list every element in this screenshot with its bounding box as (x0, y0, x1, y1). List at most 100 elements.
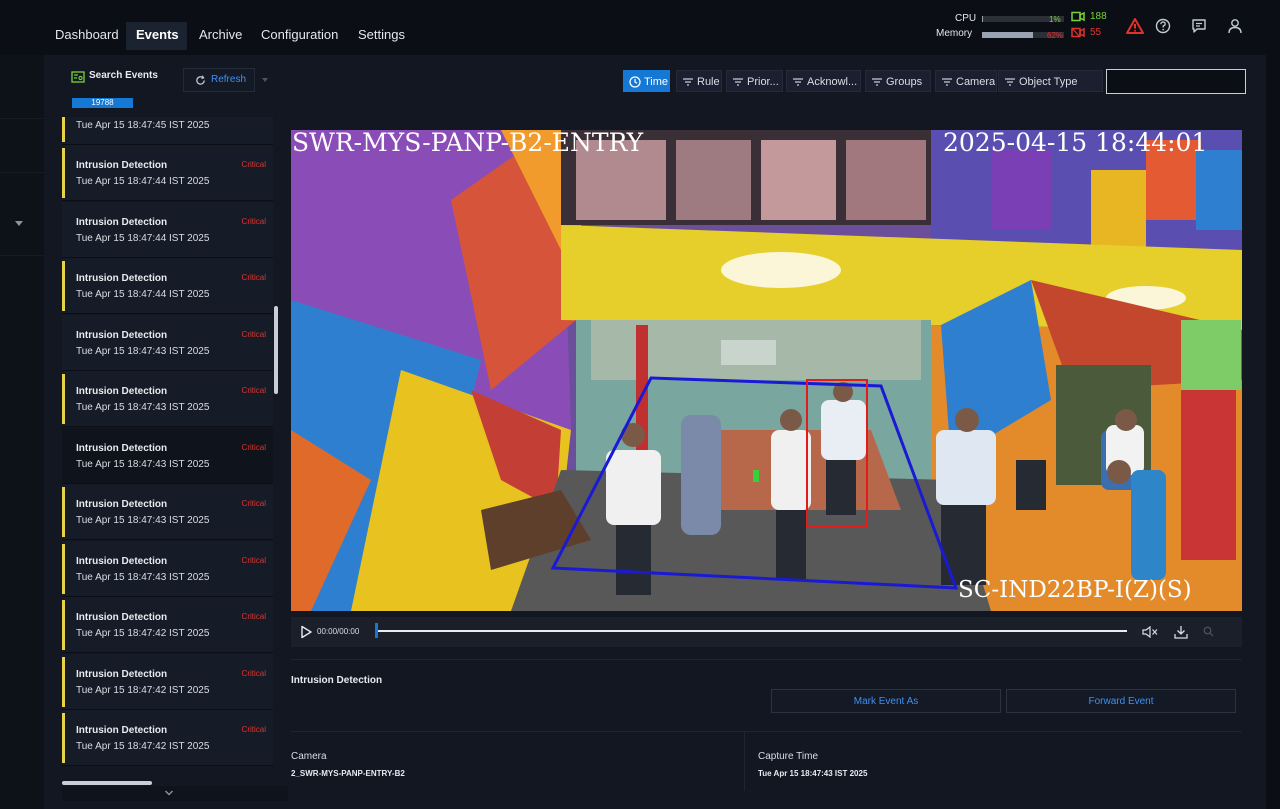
filter-icon (793, 78, 803, 86)
list-item[interactable]: Intrusion Detection Critical Tue Apr 15 18… (62, 653, 273, 710)
strip-divider (0, 255, 44, 256)
filter-rule-label: Rule (697, 76, 720, 88)
event-title: Intrusion Detection (76, 612, 168, 623)
list-footer (62, 786, 288, 801)
filter-camera[interactable]: Camera (935, 70, 997, 92)
tab-settings[interactable]: Settings (348, 22, 415, 50)
list-item[interactable]: Intrusion Detection Critical Tue Apr 15 18… (62, 201, 273, 258)
filter-rule[interactable]: Rule (676, 70, 722, 92)
playback-scrubber[interactable] (375, 623, 378, 638)
event-time: Tue Apr 15 18:47:43 IST 2025 (76, 458, 210, 470)
video-controls: 00:00/00:00 (291, 617, 1242, 647)
cpu-percent: 1% (1049, 15, 1061, 24)
search-input[interactable] (1106, 69, 1246, 94)
event-title: Intrusion Detection (76, 329, 168, 341)
filter-acknowledged-label: Acknowl... (807, 76, 858, 88)
event-count-badge: 19788 (72, 98, 133, 108)
video-overlay-timestamp: 2025-04-15 18:44:01 (943, 130, 1208, 157)
filter-priority[interactable]: Prior... (726, 70, 783, 92)
event-priority: Critical (241, 555, 266, 565)
alert-triangle-icon[interactable] (1125, 16, 1145, 36)
event-marker (62, 713, 65, 763)
cpu-label: CPU (955, 13, 977, 24)
detail-divider (291, 659, 1242, 660)
filter-object-type-label: Object Type (1019, 76, 1078, 88)
tab-configuration[interactable]: Configuration (251, 22, 348, 50)
mark-event-button[interactable]: Mark Event As (771, 689, 1001, 713)
list-item[interactable]: Intrusion Detection Critical Tue Apr 15 18… (62, 540, 273, 597)
refresh-button[interactable]: Refresh (183, 68, 255, 92)
chat-icon[interactable] (1189, 16, 1209, 36)
collapse-arrow-icon[interactable] (15, 221, 23, 226)
event-priority: Critical (241, 273, 266, 282)
video-overlay-camera-name: SWR-MYS-PANP-B2-ENTRY (292, 130, 644, 157)
cpu-usage-fill (982, 16, 983, 22)
event-priority: Critical (241, 216, 266, 226)
refresh-dropdown-icon[interactable] (262, 78, 268, 82)
filter-icon (872, 78, 882, 86)
left-side-strip (0, 55, 44, 809)
list-item[interactable]: Intrusion Detection Critical Tue Apr 15 18… (62, 258, 273, 314)
filter-time[interactable]: Time (623, 70, 670, 92)
filter-object-type[interactable]: Object Type (998, 70, 1103, 92)
event-title: Intrusion Detection (76, 160, 168, 171)
user-icon[interactable] (1225, 16, 1245, 36)
event-title: Intrusion Detection (76, 499, 168, 510)
event-marker (62, 543, 65, 594)
playback-progress-track[interactable] (377, 630, 1127, 632)
filter-acknowledged[interactable]: Acknowl... (786, 70, 861, 92)
playback-time: 00:00/00:00 (317, 627, 360, 636)
event-video-frame[interactable]: SWR-MYS-PANP-B2-ENTRY 2025-04-15 18:44:0… (291, 130, 1242, 611)
camera-scene (291, 130, 1242, 611)
event-time: Tue Apr 15 18:47:44 IST 2025 (76, 289, 210, 300)
list-item[interactable]: Intrusion Detection Critical Tue Apr 15 18… (62, 484, 273, 540)
list-item[interactable]: Intrusion Detection Critical Tue Apr 15 18… (62, 371, 273, 427)
mute-icon[interactable] (1142, 626, 1158, 638)
event-marker (62, 261, 65, 311)
event-priority: Critical (241, 499, 266, 508)
detail-column-divider (744, 731, 745, 791)
top-navigation: Dashboard Events Archive Configuration S… (0, 0, 1280, 55)
play-icon[interactable] (299, 625, 313, 639)
search-events-label[interactable]: Search Events (89, 70, 158, 81)
filter-icon (733, 78, 743, 86)
list-item[interactable]: Intrusion Detection Critical Tue Apr 15 18… (62, 314, 273, 371)
strip-divider (0, 172, 44, 173)
event-title: Intrusion Detection (76, 442, 168, 454)
filter-camera-label: Camera (956, 76, 996, 88)
list-item[interactable]: Intrusion Detection Critical Tue Apr 15 18… (62, 145, 273, 201)
event-time: Tue Apr 15 18:47:44 IST 2025 (76, 232, 210, 244)
detail-event-title: Intrusion Detection (291, 675, 383, 686)
filter-priority-label: Prior... (747, 76, 779, 88)
event-title: Intrusion Detection (76, 668, 168, 680)
list-item[interactable]: Tue Apr 15 18:47:45 IST 2025 (62, 117, 273, 145)
strip-divider (0, 118, 44, 119)
list-scrollbar-thumb[interactable] (274, 306, 278, 394)
search-events-icon (71, 71, 85, 83)
tab-events[interactable]: Events (126, 22, 187, 50)
filter-icon (683, 78, 693, 86)
forward-event-button[interactable]: Forward Event (1006, 689, 1236, 713)
camera-online-icon (1071, 11, 1085, 22)
clock-icon (629, 76, 641, 88)
event-time: Tue Apr 15 18:47:43 IST 2025 (76, 515, 210, 526)
camera-value: 2_SWR-MYS-PANP-ENTRY-B2 (291, 769, 405, 778)
event-priority: Critical (241, 668, 266, 678)
event-list[interactable]: Tue Apr 15 18:47:45 IST 2025 Intrusion D… (62, 117, 273, 783)
download-icon[interactable] (1174, 625, 1188, 639)
chevron-down-icon[interactable] (164, 789, 174, 797)
event-time: Tue Apr 15 18:47:42 IST 2025 (76, 628, 210, 639)
tab-dashboard[interactable]: Dashboard (45, 22, 129, 50)
video-overlay-device: SC-IND22BP-I(Z)(S) (958, 577, 1192, 603)
filter-groups[interactable]: Groups (865, 70, 931, 92)
list-horizontal-scrollbar[interactable] (62, 781, 152, 785)
event-marker (62, 148, 65, 198)
list-item[interactable]: Intrusion Detection Critical Tue Apr 15 18… (62, 710, 273, 766)
help-icon[interactable] (1153, 16, 1173, 36)
tab-archive[interactable]: Archive (189, 22, 252, 50)
list-item[interactable]: Intrusion Detection Critical Tue Apr 15 18… (62, 427, 273, 484)
event-title: Intrusion Detection (76, 386, 168, 397)
list-item[interactable]: Intrusion Detection Critical Tue Apr 15 18… (62, 597, 273, 653)
zoom-icon[interactable] (1203, 626, 1214, 637)
event-priority: Critical (241, 442, 266, 452)
